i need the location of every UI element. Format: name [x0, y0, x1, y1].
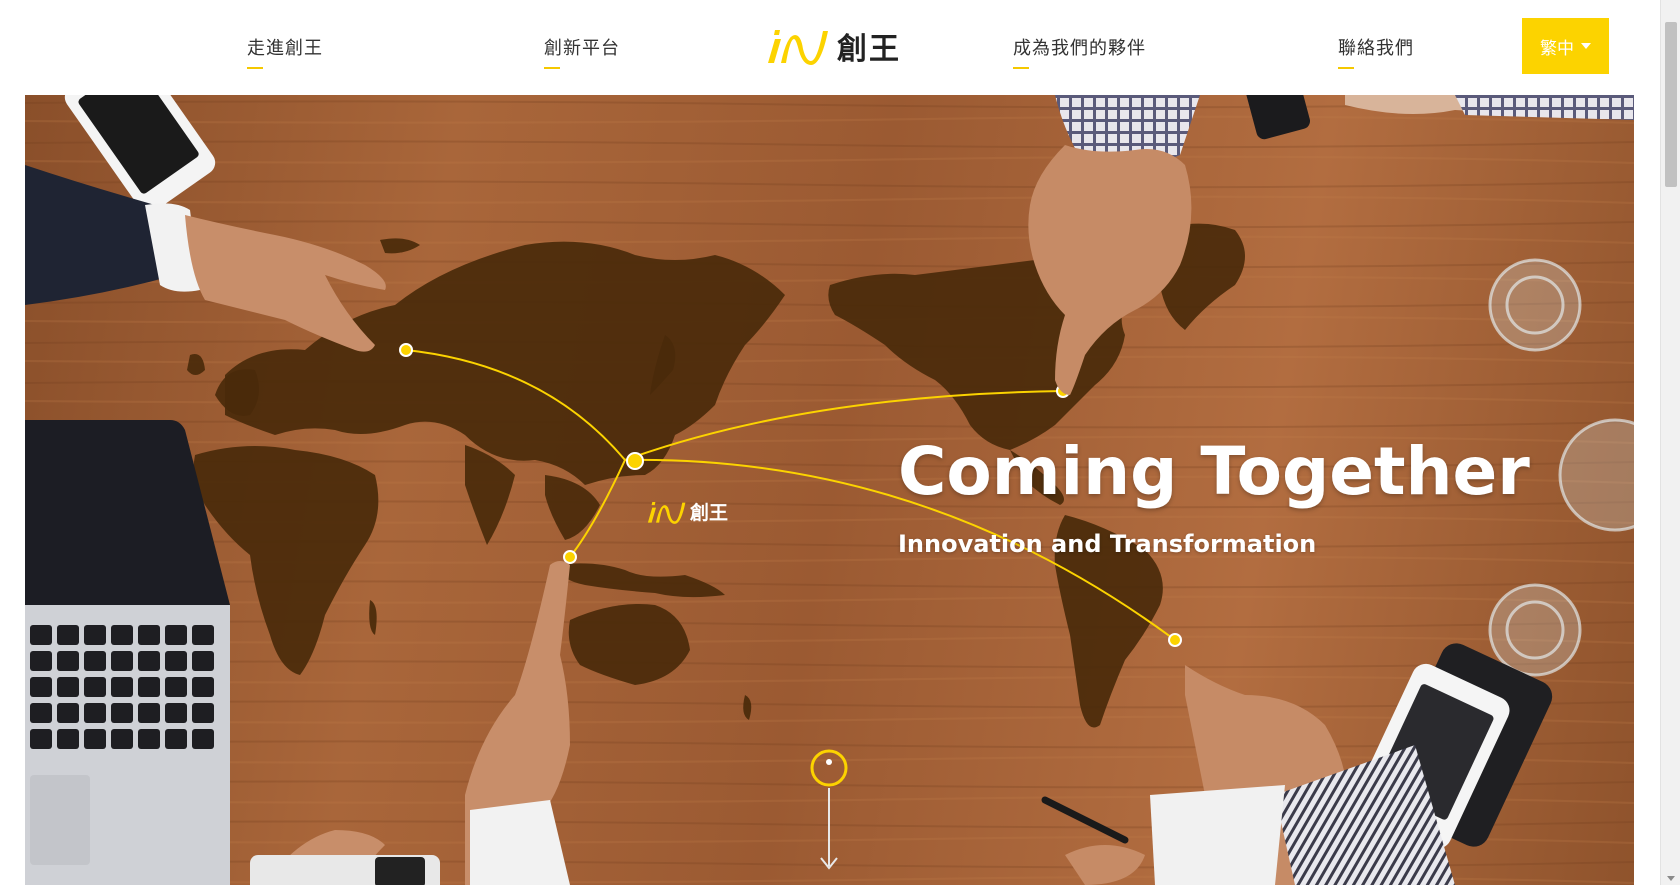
language-selector-button[interactable]: 繁中 [1522, 18, 1609, 74]
scroll-down-arrow-icon [810, 749, 848, 870]
hero-subtitle: Innovation and Transformation [898, 530, 1317, 558]
logo-text: 創王 [837, 32, 901, 67]
nav-item-innovation-platform[interactable]: 創新平台 [544, 34, 620, 69]
nav-item-become-partner[interactable]: 成為我們的夥伴 [1013, 34, 1146, 69]
nav-item-contact[interactable]: 聯絡我們 [1338, 34, 1414, 69]
logo-mark-icon [768, 30, 828, 65]
site-header: 走進創王 創新平台 創王 成為我們的夥伴 聯絡我們 繁中 [0, 0, 1660, 95]
map-logo-text: 創王 [690, 502, 729, 524]
caret-down-icon [1581, 43, 1591, 49]
scrollbar-thumb[interactable] [1665, 22, 1677, 187]
language-label: 繁中 [1540, 38, 1574, 59]
scroll-down-button[interactable] [807, 748, 851, 878]
logo-mark-icon [647, 501, 686, 524]
nav-item-about[interactable]: 走進創王 [247, 34, 323, 69]
hero-title: Coming Together [898, 433, 1530, 510]
site-logo[interactable]: 創王 [765, 26, 901, 67]
scroll-arrow-down-icon[interactable] [1667, 876, 1675, 881]
hero-banner: 創王 Coming Together Innovation and Transf… [25, 95, 1634, 885]
map-logo: 創王 [646, 498, 728, 525]
page: 走進創王 創新平台 創王 成為我們的夥伴 聯絡我們 繁中 創王 Coming T… [0, 0, 1680, 885]
page-scrollbar[interactable] [1660, 0, 1680, 885]
laptop [25, 420, 230, 885]
